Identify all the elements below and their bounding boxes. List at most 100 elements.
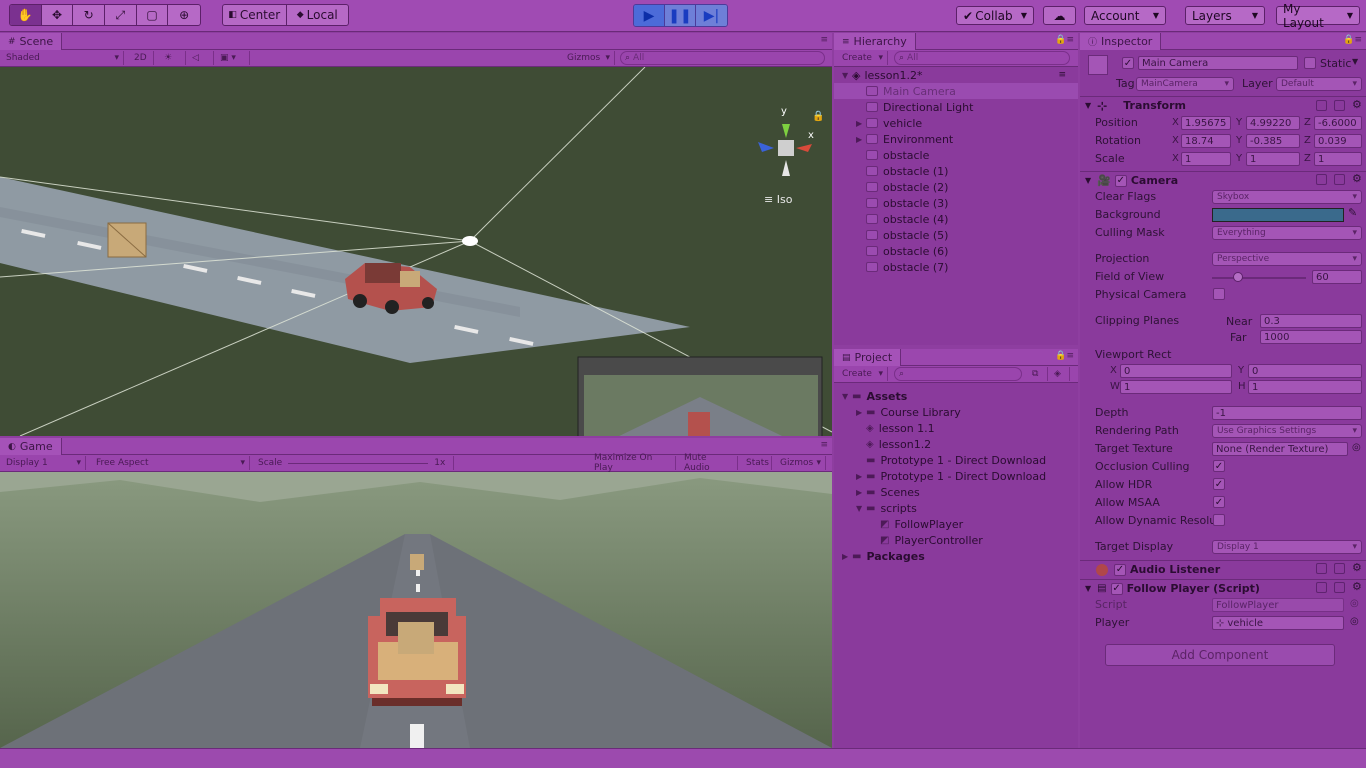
fov-slider-handle[interactable] (1233, 272, 1244, 282)
move-tool-icon[interactable]: ✥ (42, 5, 74, 25)
scale-slider[interactable]: Scale 1x (254, 456, 454, 470)
position-y-field[interactable]: 4.99220 (1246, 116, 1300, 130)
layers-dropdown[interactable]: Layers ▼ (1185, 6, 1265, 25)
gear-icon[interactable]: ⚙ (1352, 561, 1362, 574)
toggle-2d-button[interactable]: 2D (130, 51, 154, 65)
scene-root-item[interactable]: ▼ ◈ lesson1.2* ≡ (842, 67, 1078, 83)
orientation-gizmo[interactable]: y x (756, 106, 816, 180)
object-picker-icon[interactable]: ◎ (1352, 442, 1361, 453)
hierarchy-item[interactable]: Main Camera (834, 83, 1078, 99)
preset-icon[interactable] (1334, 174, 1345, 185)
project-item[interactable]: ▼ ▬ Assets (842, 388, 1078, 404)
scene-menu-icon[interactable]: ≡ (1058, 70, 1066, 80)
hierarchy-item[interactable]: obstacle (856, 147, 1078, 163)
stats-toggle[interactable]: Stats (742, 456, 772, 470)
player-field[interactable]: ⊹ vehicle (1212, 616, 1344, 630)
fov-slider-track[interactable] (1212, 277, 1306, 279)
target-display-dropdown[interactable]: Display 1 ▾ (1212, 540, 1362, 554)
scale-z-field[interactable]: 1 (1314, 152, 1362, 166)
project-item[interactable]: ▶ ▬ Scenes (856, 484, 1078, 500)
rotation-y-field[interactable]: -0.385 (1246, 134, 1300, 148)
help-icon[interactable] (1316, 100, 1327, 111)
preset-icon[interactable] (1334, 582, 1345, 593)
help-icon[interactable] (1316, 174, 1327, 185)
hierarchy-item[interactable]: obstacle (7) (856, 259, 1078, 275)
tag-dropdown[interactable]: MainCamera ▾ (1136, 77, 1234, 91)
project-create-button[interactable]: Create ▾ (838, 367, 888, 381)
scale-x-field[interactable]: 1 (1181, 152, 1231, 166)
occlusion-culling-checkbox[interactable]: ✓ (1213, 460, 1225, 472)
panel-menu-icon[interactable]: 🔒≡ (1343, 35, 1362, 45)
game-viewport[interactable] (0, 472, 832, 748)
allow-dynamic-resolution-checkbox[interactable] (1213, 514, 1225, 526)
caret-down-icon[interactable]: ▼ (1352, 57, 1358, 66)
tab-scene[interactable]: # Scene (0, 33, 63, 50)
panel-menu-icon[interactable]: ≡ (820, 35, 828, 45)
target-texture-field[interactable]: None (Render Texture) (1212, 442, 1348, 456)
play-button[interactable]: ▶ (634, 5, 665, 26)
display-dropdown[interactable]: Display 1 ▾ (2, 456, 86, 470)
hierarchy-item[interactable]: ▶ vehicle (856, 115, 1078, 131)
rect-tool-icon[interactable]: ▢ (137, 5, 169, 25)
active-checkbox[interactable]: ✓ (1122, 57, 1134, 69)
object-picker-icon[interactable]: ◎ (1350, 616, 1359, 627)
camera-enabled-checkbox[interactable]: ✓ (1114, 174, 1127, 187)
pivot-center-button[interactable]: ◧ Center (223, 5, 287, 25)
panel-menu-icon[interactable]: 🔒≡ (1055, 35, 1074, 45)
project-item[interactable]: ◈ lesson 1.1 (856, 420, 1078, 436)
viewport-y-field[interactable]: 0 (1248, 364, 1362, 378)
allow-hdr-checkbox[interactable]: ✓ (1213, 478, 1225, 490)
filter-type-icon[interactable]: ⧉ (1028, 367, 1048, 381)
hand-tool-icon[interactable]: ✋ (10, 5, 42, 25)
gizmos-dropdown[interactable]: Gizmos ▾ (563, 51, 615, 65)
effects-dropdown-icon[interactable]: ▣ ▾ (216, 51, 250, 65)
gear-icon[interactable]: ⚙ (1352, 580, 1362, 593)
hierarchy-item[interactable]: obstacle (4) (856, 211, 1078, 227)
layer-dropdown[interactable]: Default ▾ (1276, 77, 1362, 91)
lighting-toggle-icon[interactable]: ☀ (160, 51, 186, 65)
aspect-dropdown[interactable]: Free Aspect ▾ (92, 456, 250, 470)
near-clip-field[interactable]: 0.3 (1260, 314, 1362, 328)
panel-menu-icon[interactable]: 🔒≡ (1055, 351, 1074, 361)
viewport-h-field[interactable]: 1 (1248, 380, 1362, 394)
scale-y-field[interactable]: 1 (1246, 152, 1300, 166)
hierarchy-create-button[interactable]: Create ▾ (838, 51, 888, 65)
allow-msaa-checkbox[interactable]: ✓ (1213, 496, 1225, 508)
hierarchy-item[interactable]: obstacle (3) (856, 195, 1078, 211)
shading-mode-dropdown[interactable]: Shaded ▾ (2, 51, 124, 65)
pause-button[interactable]: ❚❚ (665, 5, 696, 26)
preset-icon[interactable] (1334, 100, 1345, 111)
project-item[interactable]: ▼ ▬ scripts (856, 500, 1078, 516)
hierarchy-item[interactable]: obstacle (6) (856, 243, 1078, 259)
object-name-input[interactable]: Main Camera (1138, 56, 1298, 70)
viewport-w-field[interactable]: 1 (1120, 380, 1232, 394)
depth-field[interactable]: -1 (1212, 406, 1362, 420)
viewport-x-field[interactable]: 0 (1120, 364, 1232, 378)
filter-label-icon[interactable]: ◈ (1050, 367, 1070, 381)
add-component-button[interactable]: Add Component (1105, 644, 1335, 666)
mute-audio-toggle[interactable]: Mute Audio (680, 453, 738, 473)
game-gizmos-dropdown[interactable]: Gizmos ▾ (776, 456, 826, 470)
fov-field[interactable]: 60 (1312, 270, 1362, 284)
transform-tool-icon[interactable]: ⊕ (168, 5, 200, 25)
rotation-x-field[interactable]: 18.74 (1181, 134, 1231, 148)
background-color-swatch[interactable] (1212, 208, 1344, 222)
clear-flags-dropdown[interactable]: Skybox ▾ (1212, 190, 1362, 204)
maximize-on-play-toggle[interactable]: Maximize On Play (590, 453, 676, 473)
help-icon[interactable] (1316, 582, 1327, 593)
hierarchy-search-input[interactable]: ⌕ All (894, 51, 1070, 65)
eyedropper-icon[interactable]: ✎ (1348, 206, 1357, 219)
tab-inspector[interactable]: ⓘ Inspector (1080, 33, 1162, 50)
help-icon[interactable] (1316, 563, 1327, 574)
project-item[interactable]: ▶ ▬ Packages (842, 548, 1078, 564)
gear-icon[interactable]: ⚙ (1352, 98, 1362, 111)
position-x-field[interactable]: 1.95675 (1181, 116, 1231, 130)
lock-icon[interactable]: 🔒 (812, 111, 824, 122)
project-item[interactable]: ◩ FollowPlayer (870, 516, 1078, 532)
rotation-z-field[interactable]: 0.039 (1314, 134, 1362, 148)
scene-viewport[interactable]: y x 🔒 ≡ Iso (0, 67, 832, 436)
follow-player-checkbox[interactable]: ✓ (1110, 582, 1123, 595)
static-checkbox[interactable] (1304, 57, 1316, 69)
project-item[interactable]: ◈ lesson1.2 (856, 436, 1078, 452)
hierarchy-item[interactable]: Directional Light (856, 99, 1078, 115)
